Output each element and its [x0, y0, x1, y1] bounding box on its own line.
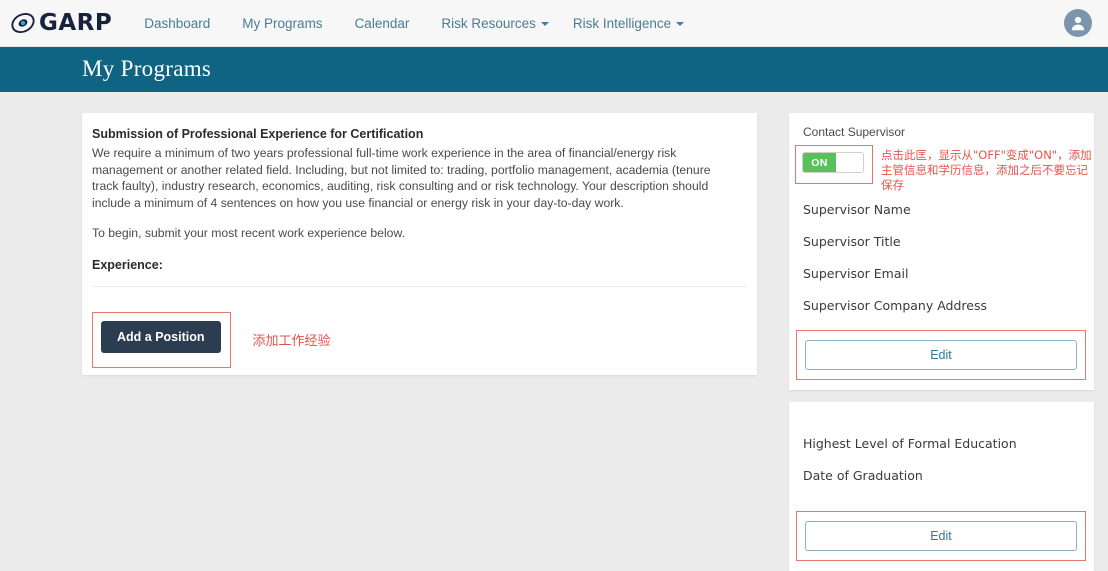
- annotation-box-edit-education: Edit: [796, 511, 1086, 561]
- contact-supervisor-label: Contact Supervisor: [803, 125, 906, 139]
- experience-label: Experience:: [92, 257, 163, 272]
- nav-links: Dashboard My Programs Calendar Risk Reso…: [128, 16, 692, 31]
- toggle-state-label: ON: [803, 153, 836, 172]
- field-supervisor-email: Supervisor Email: [803, 266, 909, 281]
- education-card: Highest Level of Formal Education Date o…: [789, 402, 1094, 571]
- nav-link-label: Risk Resources: [441, 15, 536, 31]
- add-position-row: Add a Position 添加工作经验: [92, 311, 739, 368]
- field-supervisor-title: Supervisor Title: [803, 234, 901, 249]
- add-position-button[interactable]: Add a Position: [101, 320, 221, 353]
- top-navigation-bar: GARP Dashboard My Programs Calendar Risk…: [0, 0, 1108, 47]
- education-field-list: Highest Level of Formal Education Date o…: [789, 436, 1094, 483]
- chevron-down-icon: [540, 21, 549, 26]
- field-date-of-graduation: Date of Graduation: [803, 468, 923, 483]
- nav-link-risk-resources[interactable]: Risk Resources: [425, 16, 557, 31]
- garp-logo[interactable]: GARP: [10, 10, 112, 36]
- chevron-down-icon: [676, 21, 685, 26]
- card-heading: Submission of Professional Experience fo…: [92, 127, 424, 141]
- contact-supervisor-card: Contact Supervisor ON 点击此匡，显示从"OFF"变成"ON…: [789, 113, 1094, 390]
- nav-link-label: Risk Intelligence: [572, 15, 672, 31]
- nav-link-label: Dashboard: [144, 15, 211, 31]
- annotation-box-add-position: Add a Position: [92, 311, 231, 368]
- supervisor-field-list: Supervisor Name Supervisor Title Supervi…: [789, 202, 1094, 313]
- user-avatar-icon[interactable]: [1064, 9, 1092, 37]
- annotation-text-add-position: 添加工作经验: [252, 334, 331, 349]
- nav-link-calendar[interactable]: Calendar: [339, 16, 426, 31]
- field-supervisor-name: Supervisor Name: [803, 202, 911, 217]
- garp-eye-icon: [10, 10, 36, 36]
- annotation-box-edit-supervisor: Edit: [796, 330, 1086, 380]
- toggle-knob: [836, 153, 863, 172]
- field-supervisor-company-address: Supervisor Company Address: [803, 298, 987, 313]
- edit-education-button[interactable]: Edit: [805, 521, 1077, 551]
- card-paragraph-secondary: To begin, submit your most recent work e…: [92, 226, 405, 240]
- nav-link-my-programs[interactable]: My Programs: [226, 16, 338, 31]
- page-title-banner: My Programs: [0, 47, 1108, 92]
- annotation-text-toggle: 点击此匡，显示从"OFF"变成"ON"，添加主管信息和学历信息，添加之后不要忘记…: [881, 148, 1092, 192]
- sidebar-column: Contact Supervisor ON 点击此匡，显示从"OFF"变成"ON…: [789, 113, 1094, 571]
- garp-logo-text: GARP: [39, 10, 113, 36]
- card-paragraph: We require a minimum of two years profes…: [92, 146, 711, 210]
- field-highest-level-of-formal-education: Highest Level of Formal Education: [803, 436, 1017, 451]
- annotation-box-toggle: ON: [795, 145, 873, 184]
- nav-link-dashboard[interactable]: Dashboard: [128, 16, 226, 31]
- nav-link-label: My Programs: [242, 15, 323, 31]
- nav-link-label: Calendar: [354, 15, 410, 31]
- page-title: My Programs: [82, 56, 212, 81]
- contact-supervisor-toggle[interactable]: ON: [802, 152, 864, 173]
- edit-supervisor-button[interactable]: Edit: [805, 340, 1077, 370]
- section-divider: [92, 285, 747, 287]
- experience-submission-card: Submission of Professional Experience fo…: [82, 113, 757, 375]
- nav-link-risk-intelligence[interactable]: Risk Intelligence: [557, 16, 692, 31]
